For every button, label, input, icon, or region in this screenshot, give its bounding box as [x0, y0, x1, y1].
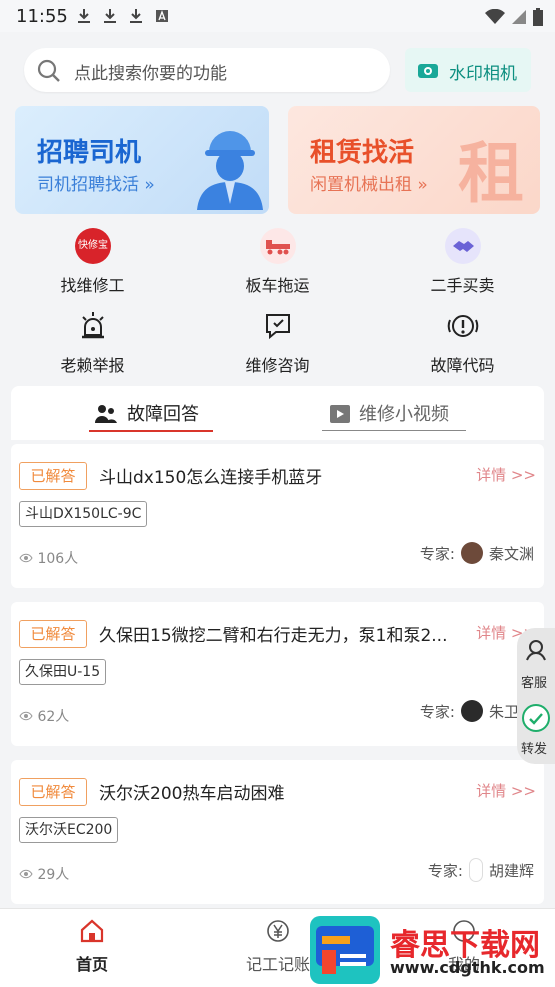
- view-count: 29人: [19, 864, 69, 884]
- grid-item-repair-worker[interactable]: 快修宝 找维修工: [0, 226, 185, 296]
- banner-title: 租赁找活: [310, 138, 415, 168]
- expert-info: 专家: 秦文渊: [420, 542, 534, 564]
- truck-icon: [260, 228, 296, 264]
- warning-circle-icon: [447, 315, 479, 337]
- search-placeholder: 点此搜索你要的功能: [74, 64, 227, 84]
- chat-bubble-icon: [266, 314, 290, 340]
- expert-name: 秦文渊: [488, 544, 534, 563]
- avatar: [460, 542, 483, 564]
- expert-label: 专家:: [419, 702, 455, 721]
- grid-item-report[interactable]: 老赖举报: [0, 306, 185, 376]
- banner-subtitle: 闲置机械出租 »: [310, 175, 428, 195]
- app-a-icon: [156, 10, 168, 22]
- grid-item-label: 老赖举报: [60, 356, 125, 375]
- rental-banner[interactable]: 租 租赁找活 闲置机械出租 »: [288, 106, 540, 214]
- watermark-logo: [310, 916, 380, 984]
- status-badge: 已解答: [19, 620, 87, 648]
- rent-mark: 租: [458, 135, 524, 212]
- view-count-text: 62人: [37, 709, 70, 725]
- view-count-text: 29人: [37, 867, 70, 883]
- notification-icons: [76, 8, 170, 24]
- grid-item-consult[interactable]: 维修咨询: [185, 306, 370, 376]
- grid-item-fault-code[interactable]: 故障代码: [370, 306, 555, 376]
- share-button[interactable]: 转发: [521, 738, 547, 757]
- download-icon: [104, 9, 116, 23]
- tab-fault-answers[interactable]: 故障回答: [127, 400, 199, 426]
- list-item[interactable]: 已解答 沃尔沃200热车启动困难 详情 >> 沃尔沃EC200 29人 专家: …: [11, 760, 544, 904]
- signal-icon: [512, 10, 526, 24]
- nav-label: 首页: [75, 955, 108, 974]
- grid-item-trailer[interactable]: 板车拖运: [185, 226, 370, 296]
- status-time: 11:55: [16, 6, 68, 27]
- expert-label: 专家:: [419, 544, 455, 563]
- grid-item-label: 故障代码: [430, 356, 495, 375]
- eye-icon: [19, 869, 33, 879]
- status-bar: 11:55: [0, 0, 555, 32]
- share-icon[interactable]: [522, 704, 550, 732]
- battery-icon: [533, 8, 543, 26]
- detail-link[interactable]: 详情 >>: [476, 464, 536, 485]
- avatar: [468, 858, 483, 882]
- handshake-icon: [445, 228, 481, 264]
- list-item[interactable]: 已解答 久保田15微挖二臂和右行走无力，泵1和泵2... 详情 >> 久保田U-…: [11, 602, 544, 746]
- nav-home[interactable]: 首页: [52, 919, 132, 975]
- expert-info: 专家: 胡建辉: [428, 858, 534, 882]
- question-title: 沃尔沃200热车启动困难: [99, 784, 285, 804]
- tab-repair-videos[interactable]: 维修小视频: [359, 400, 449, 426]
- tab-indicator-inactive: [322, 430, 466, 431]
- grid-item-label: 板车拖运: [245, 276, 310, 295]
- kuaixiubao-icon: 快修宝: [75, 228, 111, 264]
- video-icon: [330, 405, 350, 423]
- question-title: 久保田15微挖二臂和右行走无力，泵1和泵2...: [99, 626, 448, 646]
- view-count: 62人: [19, 706, 69, 726]
- search-icon: [37, 59, 60, 82]
- detail-link[interactable]: 详情 >>: [476, 780, 536, 801]
- search-input[interactable]: 点此搜索你要的功能: [24, 48, 390, 92]
- view-count: 106人: [19, 548, 78, 568]
- search-row: 点此搜索你要的功能 水印相机: [0, 36, 555, 100]
- expert-label: 专家:: [427, 861, 463, 880]
- eye-icon: [19, 553, 33, 563]
- eye-icon: [19, 711, 33, 721]
- worker-icon: [197, 131, 263, 210]
- active-tab-indicator: [89, 430, 213, 432]
- download-icon: [130, 9, 142, 23]
- question-title: 斗山dx150怎么连接手机蓝牙: [99, 468, 323, 488]
- download-icon: [78, 9, 90, 23]
- floating-actions: 客服 转发: [517, 628, 555, 764]
- watermark-url: www.cdgthk.com: [390, 958, 545, 977]
- view-count-text: 106人: [37, 551, 79, 567]
- recruit-driver-banner[interactable]: 招聘司机 司机招聘找活 »: [15, 106, 269, 214]
- users-icon: [95, 405, 117, 423]
- banner-subtitle: 司机招聘找活 »: [37, 175, 155, 195]
- model-tag: 沃尔沃EC200: [19, 817, 119, 843]
- camera-label: 水印相机: [449, 64, 517, 84]
- status-badge: 已解答: [19, 462, 87, 490]
- content-tabs: 故障回答 维修小视频: [11, 386, 544, 440]
- expert-name: 胡建辉: [488, 861, 534, 880]
- grid-item-label: 找维修工: [60, 276, 125, 295]
- yen-icon: [267, 920, 289, 942]
- system-icons: [485, 8, 543, 26]
- list-item[interactable]: 已解答 斗山dx150怎么连接手机蓝牙 详情 >> 斗山DX150LC-9C 1…: [11, 444, 544, 588]
- headset-icon[interactable]: [525, 638, 547, 662]
- grid-item-label: 维修咨询: [245, 356, 310, 375]
- model-tag: 斗山DX150LC-9C: [19, 501, 148, 527]
- banner-title: 招聘司机: [37, 138, 142, 168]
- status-badge: 已解答: [19, 778, 87, 806]
- grid-item-second-hand[interactable]: 二手买卖: [370, 226, 555, 296]
- wifi-icon: [485, 9, 505, 24]
- home-icon: [80, 919, 104, 943]
- model-tag: 久保田U-15: [19, 659, 107, 685]
- customer-service-button[interactable]: 客服: [521, 672, 547, 691]
- watermark-camera-button[interactable]: 水印相机: [405, 48, 531, 92]
- alarm-light-icon: [82, 312, 104, 339]
- avatar: [460, 700, 483, 722]
- camera-icon: [418, 64, 438, 78]
- grid-item-label: 二手买卖: [430, 276, 495, 295]
